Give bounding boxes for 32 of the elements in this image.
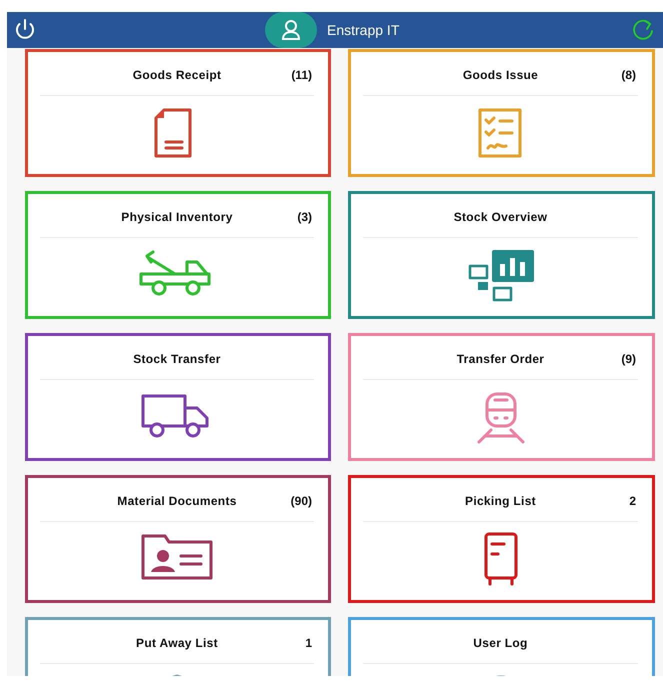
app-tile[interactable]: User Log: [348, 617, 655, 676]
id-card-icon: [139, 532, 215, 582]
tile-count: (11): [291, 68, 312, 82]
tile-title: Material Documents: [117, 494, 237, 508]
tile-title: Stock Overview: [454, 210, 548, 224]
app-tile[interactable]: Stock Overview: [348, 191, 655, 319]
app-tile[interactable]: Put Away List 1: [25, 617, 331, 676]
app-tile[interactable]: Goods Issue (8): [348, 49, 655, 177]
app-tile[interactable]: Goods Receipt (11): [25, 49, 331, 177]
tile-title: Physical Inventory: [121, 210, 233, 224]
tile-title: Put Away List: [136, 636, 218, 650]
tile-title: Transfer Order: [456, 352, 544, 366]
tile-count: (8): [621, 68, 636, 82]
app-tile[interactable]: Picking List 2: [348, 475, 655, 603]
tile-title: Stock Transfer: [133, 352, 221, 366]
app-tile[interactable]: Physical Inventory (3): [25, 191, 331, 319]
header-title: Enstrapp IT: [327, 22, 400, 38]
tile-title: User Log: [473, 636, 528, 650]
app-tile[interactable]: Material Documents (90): [25, 475, 331, 603]
tile-title: Goods Issue: [462, 68, 538, 82]
tile-title: Goods Receipt: [132, 68, 222, 82]
refresh-icon[interactable]: [631, 19, 655, 41]
tile-count: (3): [297, 210, 312, 224]
power-icon[interactable]: [13, 18, 37, 42]
tile-count: (9): [621, 352, 636, 366]
tile-count: (90): [290, 494, 312, 508]
tile-title: Picking List: [465, 494, 536, 508]
user-avatar[interactable]: [265, 12, 317, 48]
tile-count: 1: [305, 636, 312, 650]
app-tile[interactable]: Stock Transfer: [25, 333, 331, 461]
tile-count: 2: [629, 494, 636, 508]
app-tile[interactable]: Transfer Order (9): [348, 333, 655, 461]
